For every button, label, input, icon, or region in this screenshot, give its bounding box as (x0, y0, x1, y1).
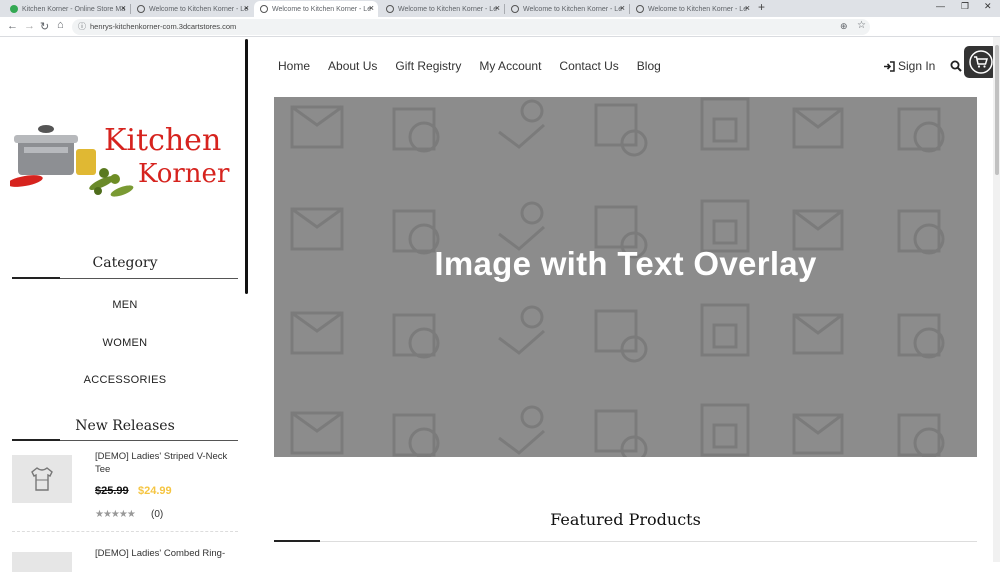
category-link-women[interactable]: WOMEN (12, 337, 238, 349)
product-name-link[interactable]: [DEMO] Ladies' Combed Ring- (95, 547, 235, 560)
close-window-icon[interactable]: ✕ (984, 1, 992, 12)
browser-tab[interactable]: Welcome to Kitchen Korner - Le × (380, 1, 504, 17)
shopping-cart-icon (968, 50, 993, 74)
sign-in-icon (884, 60, 895, 72)
zoom-icon[interactable]: ⊕ (840, 21, 848, 32)
back-arrow-icon[interactable]: ← (7, 20, 18, 32)
close-tab-icon[interactable]: × (369, 3, 374, 13)
browser-tab[interactable]: Welcome to Kitchen Korner - Le × (505, 1, 629, 17)
tab-title: Welcome to Kitchen Korner - Le (523, 5, 623, 13)
new-tab-button[interactable]: + (758, 0, 765, 14)
tab-title: Welcome to Kitchen Korner - Le (149, 5, 249, 13)
nav-my-account[interactable]: My Account (479, 59, 541, 73)
sign-in-link[interactable]: Sign In (883, 59, 935, 73)
nav-about-us[interactable]: About Us (328, 59, 377, 73)
hero-banner[interactable]: Image with Text Overlay (274, 97, 977, 457)
browser-toolbar: ← → ↻ ⌂ ⓘ henrys-kitchenkorner-com.3dcar… (0, 17, 1000, 37)
featured-divider (274, 541, 977, 542)
product-name-link[interactable]: [DEMO] Ladies' Striped V-Neck Tee (95, 450, 235, 476)
main-navigation: Home About Us Gift Registry My Account C… (278, 59, 661, 73)
restore-icon[interactable]: ❐ (961, 1, 969, 12)
category-link-accessories[interactable]: ACCESSORIES (12, 374, 238, 386)
close-tab-icon[interactable]: × (745, 3, 750, 13)
close-tab-icon[interactable]: × (495, 3, 500, 13)
close-tab-icon[interactable]: × (244, 3, 249, 13)
globe-icon (260, 5, 268, 13)
nav-home[interactable]: Home (278, 59, 310, 73)
sign-in-label: Sign In (898, 59, 936, 73)
logo-text-korner: Korner (138, 159, 230, 189)
product-divider (12, 531, 238, 532)
browser-tab[interactable]: Welcome to Kitchen Korner - Le × (131, 1, 253, 17)
home-icon[interactable]: ⌂ (57, 19, 64, 31)
category-divider-accent (12, 277, 60, 279)
product-thumbnail[interactable] (12, 552, 72, 572)
store-favicon-icon (10, 5, 18, 13)
new-releases-heading: New Releases (75, 418, 175, 434)
site-info-icon[interactable]: ⓘ (78, 21, 86, 32)
nav-contact-us[interactable]: Contact Us (559, 59, 618, 73)
url-text[interactable]: henrys-kitchenkorner-com.3dcartstores.co… (90, 22, 236, 31)
product-old-price: $25.99 (95, 485, 129, 497)
category-heading: Category (92, 255, 158, 271)
tab-title: Welcome to Kitchen Korner - Le (272, 5, 372, 13)
search-icon[interactable] (950, 60, 962, 72)
bookmark-star-icon[interactable]: ☆ (857, 20, 866, 31)
featured-divider-accent (274, 540, 320, 542)
new-releases-divider-accent (12, 439, 60, 441)
hero-overlay-text: Image with Text Overlay (434, 245, 817, 282)
close-tab-icon[interactable]: × (620, 3, 625, 13)
minimize-icon[interactable]: — (936, 1, 945, 11)
tab-title: Welcome to Kitchen Korner - Le (398, 5, 498, 13)
product-sale-price: $24.99 (138, 485, 172, 497)
nav-gift-registry[interactable]: Gift Registry (395, 59, 461, 73)
tab-title: Welcome to Kitchen Korner - Le (648, 5, 748, 13)
sidebar: Kitchen Korner Category MEN WOMEN ACCESS… (0, 37, 248, 572)
browser-tab-strip: Kitchen Korner - Online Store Ma × Welco… (0, 0, 1000, 17)
store-logo[interactable]: Kitchen Korner (7, 121, 240, 211)
globe-icon (511, 5, 519, 13)
globe-icon (137, 5, 145, 13)
browser-tab[interactable]: Kitchen Korner - Online Store Ma × (4, 1, 130, 17)
tshirt-icon (31, 467, 53, 491)
featured-products-heading: Featured Products (550, 510, 701, 529)
logo-text-kitchen: Kitchen (104, 123, 222, 158)
forward-arrow-icon[interactable]: → (24, 20, 35, 32)
category-link-men[interactable]: MEN (12, 299, 238, 311)
browser-tab-active[interactable]: Welcome to Kitchen Korner - Le × (254, 1, 378, 17)
globe-icon (386, 5, 394, 13)
product-thumbnail[interactable] (12, 455, 72, 503)
web-page: Kitchen Korner Category MEN WOMEN ACCESS… (0, 37, 1000, 572)
nav-blog[interactable]: Blog (637, 59, 661, 73)
tab-title: Kitchen Korner - Online Store Ma (22, 5, 126, 13)
review-count[interactable]: (0) (151, 509, 163, 520)
browser-tab[interactable]: Welcome to Kitchen Korner - Le × (630, 1, 754, 17)
reload-icon[interactable]: ↻ (40, 20, 49, 33)
close-tab-icon[interactable]: × (121, 3, 126, 13)
rating-stars: ★★★★★ (95, 509, 136, 520)
globe-icon (636, 5, 644, 13)
sidebar-divider (245, 39, 248, 294)
scrollbar-thumb[interactable] (995, 45, 999, 175)
